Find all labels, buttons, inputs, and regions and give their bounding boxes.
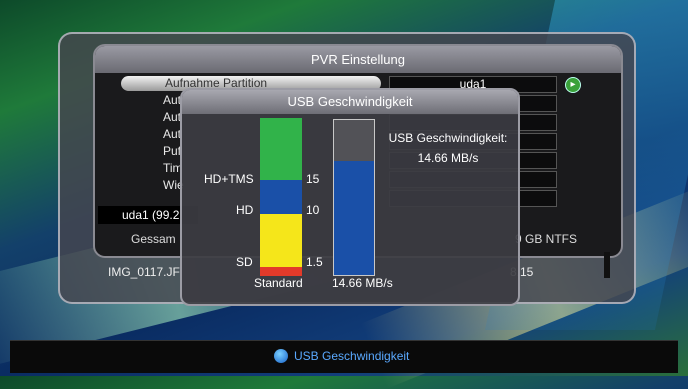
usb-speed-info-label: USB Geschwindigkeit: — [388, 131, 508, 145]
footer-bar: USB Geschwindigkeit — [10, 340, 678, 373]
usb-dialog-title: USB Geschwindigkeit — [182, 90, 518, 114]
gesamt-label: Gessam — [131, 232, 176, 246]
pvr-dialog-title: PVR Einstellung — [95, 46, 621, 73]
scale-segment-sd — [260, 214, 302, 267]
scale-value-10: 10 — [306, 203, 320, 217]
arrow-right-icon[interactable]: ▸ — [565, 77, 581, 93]
scale-segment-hd — [260, 180, 302, 214]
speed-bar — [333, 119, 375, 276]
label-hd-tms: HD+TMS — [204, 172, 254, 186]
footer-label[interactable]: USB Geschwindigkeit — [294, 349, 409, 363]
usb-speed-info: USB Geschwindigkeit: 14.66 MB/s — [378, 128, 518, 168]
filesystem-info: 9 GB NTFS — [514, 232, 577, 246]
scale-segment-hd-tms — [260, 118, 302, 180]
speed-bar-fill — [334, 161, 374, 275]
label-hd: HD — [236, 203, 254, 217]
usb-speed-dialog: USB Geschwindigkeit HD+TMS HD SD Standar… — [180, 88, 520, 306]
blue-button-icon[interactable] — [274, 349, 288, 363]
label-sd: SD — [236, 255, 253, 269]
speed-bar-label: 14.66 MB/s — [332, 276, 393, 290]
label-standard: Standard — [254, 276, 303, 290]
scale-value-1-5: 1.5 — [306, 255, 323, 269]
file-name: IMG_0117.JF — [108, 265, 180, 279]
speed-scale-bar — [260, 118, 302, 276]
scrollbar[interactable] — [604, 252, 610, 278]
scale-segment-standard — [260, 267, 302, 276]
usb-speed-info-value: 14.66 MB/s — [417, 151, 479, 165]
scale-value-15: 15 — [306, 172, 320, 186]
